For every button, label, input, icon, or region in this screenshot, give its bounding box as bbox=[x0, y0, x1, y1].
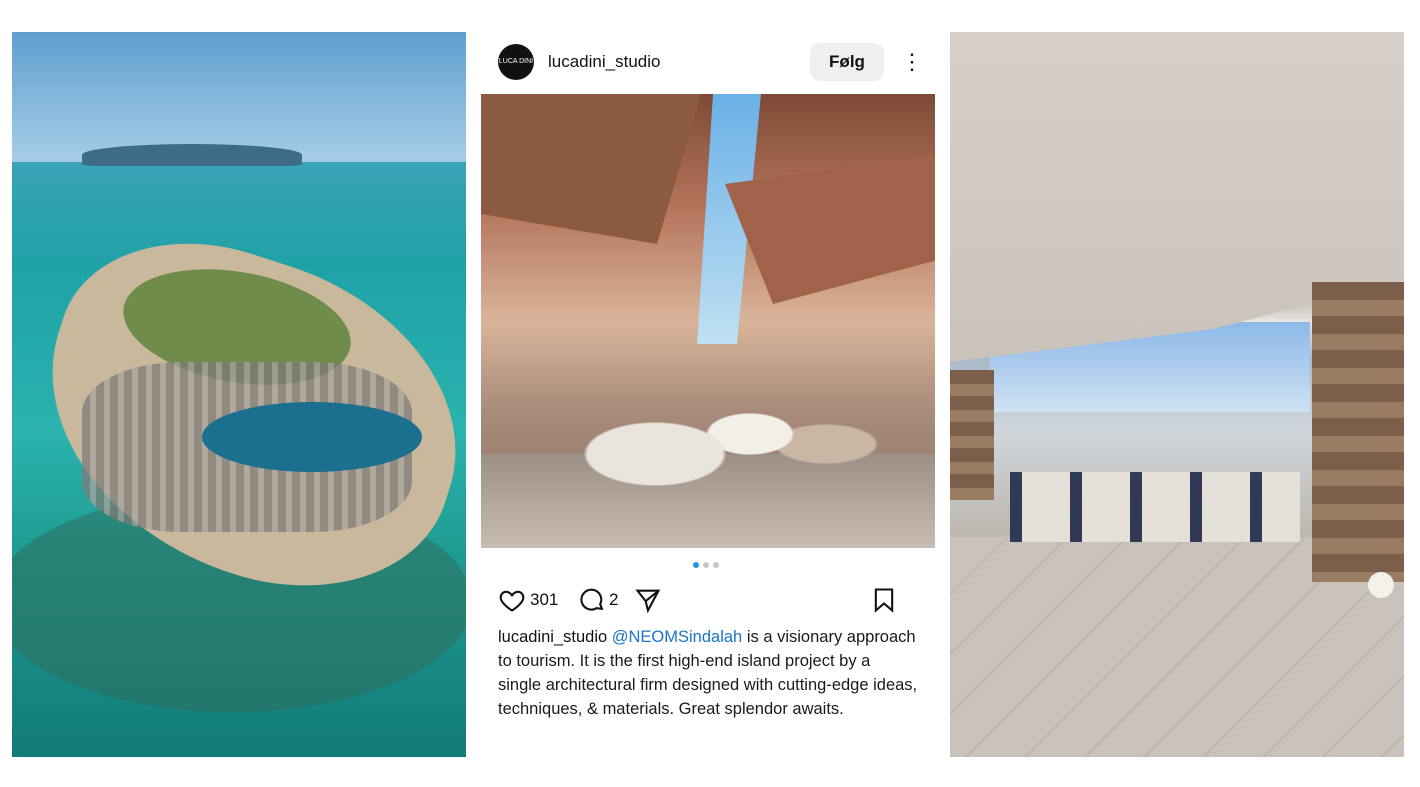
stone-pillar bbox=[950, 370, 994, 500]
carousel-dot[interactable] bbox=[703, 562, 709, 568]
comment-icon bbox=[580, 588, 604, 611]
like-button[interactable]: 301 bbox=[498, 584, 558, 616]
post-username[interactable]: lucadini_studio bbox=[548, 52, 660, 72]
caption-username[interactable]: lucadini_studio bbox=[498, 628, 607, 646]
send-icon bbox=[635, 589, 661, 614]
lounge-sofas bbox=[1010, 472, 1300, 542]
carousel-indicator bbox=[693, 562, 723, 570]
globe-lamp bbox=[1368, 572, 1394, 598]
share-button[interactable] bbox=[634, 584, 662, 616]
caption-mention-link[interactable]: @NEOMSindalah bbox=[612, 628, 742, 646]
post-image[interactable] bbox=[481, 94, 935, 548]
post-caption: lucadini_studio @NEOMSindalah is a visio… bbox=[498, 625, 918, 721]
terrace-photo bbox=[950, 32, 1404, 757]
bookmark-icon bbox=[874, 588, 894, 613]
canopy bbox=[481, 94, 701, 244]
comments-count: 2 bbox=[609, 590, 619, 609]
post-actions: 301 2 bbox=[498, 584, 918, 618]
marina-lagoon bbox=[202, 402, 422, 472]
post-header: LUCA DINI lucadini_studio Følg ⋮ bbox=[481, 32, 935, 94]
stone-pillar bbox=[1312, 282, 1404, 582]
comment-button[interactable]: 2 bbox=[578, 584, 618, 616]
instagram-post: LUCA DINI lucadini_studio Følg ⋮ 301 2 l… bbox=[481, 32, 935, 757]
distant-mountain bbox=[82, 144, 302, 166]
follow-button[interactable]: Følg bbox=[810, 43, 884, 81]
likes-count: 301 bbox=[530, 590, 559, 609]
carousel-dot[interactable] bbox=[713, 562, 719, 568]
avatar[interactable]: LUCA DINI bbox=[498, 44, 534, 80]
more-options-icon[interactable]: ⋮ bbox=[901, 48, 923, 78]
carousel-dot[interactable] bbox=[693, 562, 699, 568]
island-aerial-photo bbox=[12, 32, 466, 757]
heart-icon bbox=[499, 590, 525, 612]
save-button[interactable] bbox=[870, 584, 898, 616]
people bbox=[541, 334, 921, 534]
sky bbox=[12, 32, 466, 162]
